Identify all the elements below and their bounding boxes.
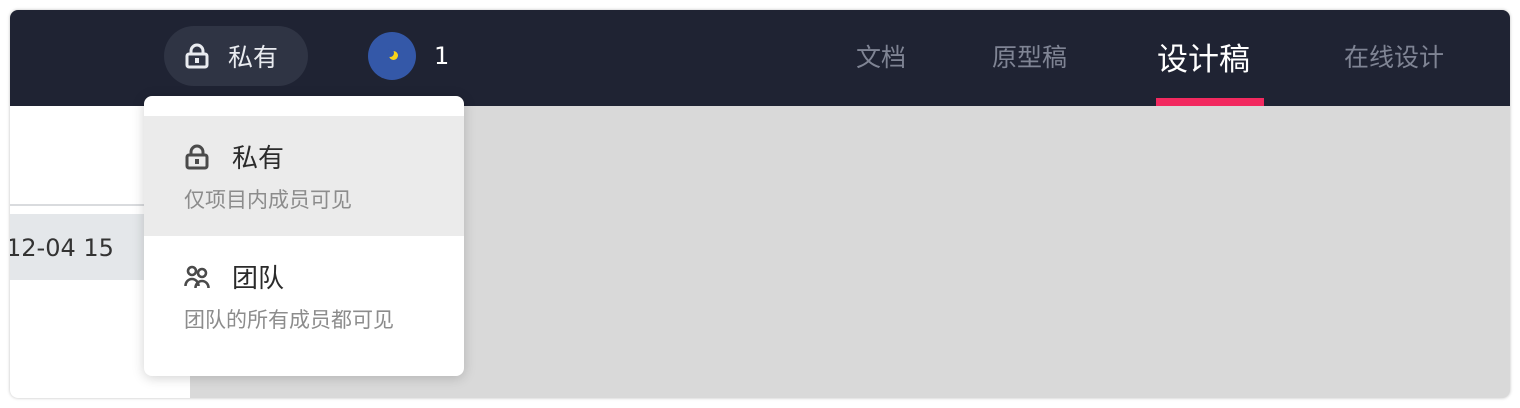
tab-design[interactable]: 设计稿	[1157, 34, 1250, 79]
menu-item-description: 仅项目内成员可见	[184, 188, 352, 212]
menu-item-title: 私有	[232, 144, 285, 174]
privacy-dropdown-menu: 私有 仅项目内成员可见 团队 团队的所有成员都可见	[144, 96, 464, 376]
tab-prototypes[interactable]: 原型稿	[992, 38, 1067, 74]
tab-bar: 文档 原型稿 设计稿 在线设计	[10, 10, 1510, 106]
active-tab-indicator	[1156, 98, 1264, 106]
lock-icon	[184, 144, 210, 174]
list-item-date: 12-04 15	[10, 234, 114, 262]
menu-item-team[interactable]: 团队 团队的所有成员都可见	[144, 236, 464, 356]
team-icon	[184, 264, 212, 294]
tab-documents[interactable]: 文档	[856, 38, 906, 74]
app-window: 私有 1 文档 原型稿 设计稿 在线设计 12-04 15 私有 仅项目内成员可…	[10, 10, 1510, 398]
menu-item-private[interactable]: 私有 仅项目内成员可见	[144, 116, 464, 236]
menu-item-description: 团队的所有成员都可见	[184, 308, 394, 332]
top-nav-bar: 私有 1 文档 原型稿 设计稿 在线设计	[10, 10, 1510, 106]
tab-online-design[interactable]: 在线设计	[1344, 38, 1444, 74]
menu-item-title: 团队	[232, 264, 285, 294]
